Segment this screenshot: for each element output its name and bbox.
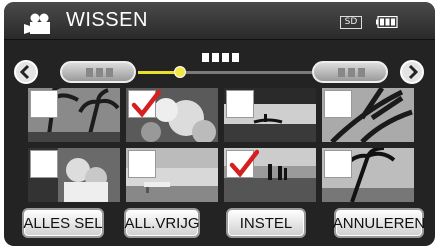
checkmark-icon bbox=[229, 149, 259, 178]
page-indicator bbox=[202, 53, 239, 62]
select-checkbox-2[interactable] bbox=[128, 89, 161, 118]
select-checkbox-8[interactable] bbox=[324, 150, 352, 178]
thumbnail-4[interactable] bbox=[322, 88, 414, 142]
thumbnail-7[interactable] bbox=[224, 148, 316, 202]
battery-icon bbox=[376, 16, 398, 28]
select-checkbox-7[interactable] bbox=[226, 149, 259, 178]
thumbnail-3[interactable] bbox=[224, 88, 316, 142]
thumbnail-2[interactable] bbox=[126, 88, 218, 142]
checkmark-icon bbox=[131, 89, 161, 118]
select-checkbox-5[interactable] bbox=[30, 150, 58, 178]
chevron-right-icon bbox=[408, 64, 419, 80]
next-page-pill[interactable] bbox=[312, 61, 388, 83]
select-checkbox-3[interactable] bbox=[226, 90, 254, 118]
set-button[interactable]: INSTEL bbox=[226, 208, 306, 238]
page-title: WISSEN bbox=[66, 9, 148, 31]
thumbnail-8[interactable] bbox=[322, 148, 414, 202]
action-bar: ALLES SEL ALL.VRIJG INSTEL ANNULEREN bbox=[4, 208, 435, 244]
select-all-button[interactable]: ALLES SEL bbox=[22, 208, 104, 238]
thumbnail-1[interactable] bbox=[28, 88, 120, 142]
page-slider-rest bbox=[180, 71, 312, 74]
camera-screen: WISSEN SD ALLES SEL ALL.VRIJG INSTEL ANN… bbox=[4, 2, 435, 246]
thumbnail-grid bbox=[28, 88, 414, 206]
prev-page-button[interactable] bbox=[14, 60, 38, 84]
page-slider-knob[interactable] bbox=[174, 66, 186, 78]
select-checkbox-4[interactable] bbox=[324, 90, 352, 118]
page-navigation bbox=[4, 48, 435, 88]
video-camera-icon bbox=[24, 13, 50, 34]
sd-card-icon: SD bbox=[340, 16, 362, 29]
chevron-left-icon bbox=[19, 64, 30, 80]
select-checkbox-6[interactable] bbox=[128, 150, 156, 178]
prev-page-pill[interactable] bbox=[60, 61, 136, 83]
next-page-button[interactable] bbox=[400, 60, 424, 84]
select-checkbox-1[interactable] bbox=[30, 90, 58, 118]
header-bar: WISSEN SD bbox=[4, 2, 435, 40]
thumbnail-6[interactable] bbox=[126, 148, 218, 202]
release-all-button[interactable]: ALL.VRIJG bbox=[124, 208, 200, 238]
thumbnail-5[interactable] bbox=[28, 148, 120, 202]
cancel-button[interactable]: ANNULEREN bbox=[333, 208, 425, 238]
